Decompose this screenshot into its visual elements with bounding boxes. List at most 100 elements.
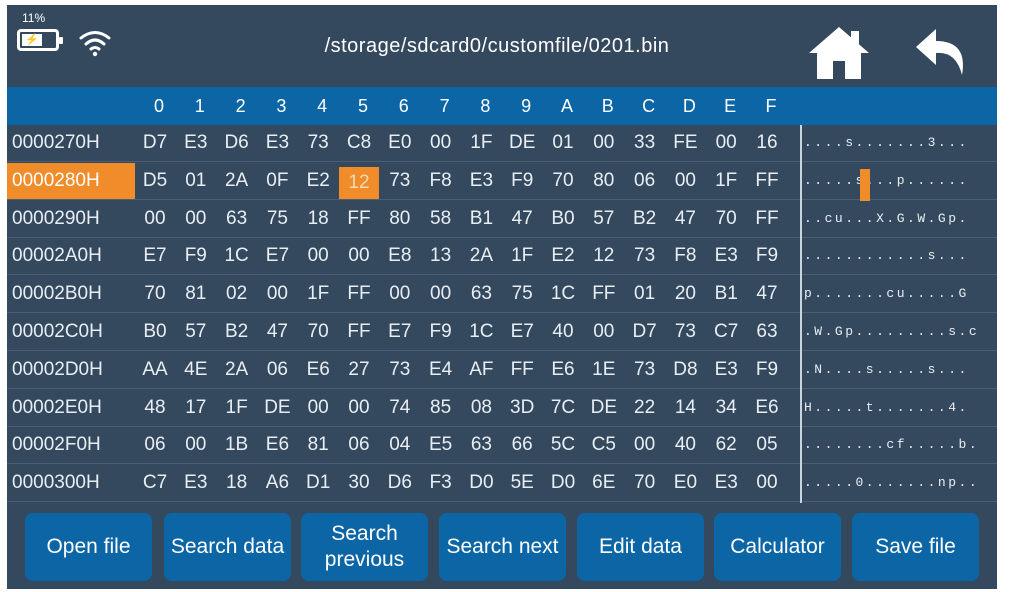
byte-cell[interactable]: E2 — [543, 238, 583, 274]
byte-cell[interactable]: D5 — [135, 163, 175, 199]
byte-cell[interactable]: 00 — [298, 238, 338, 274]
byte-cell[interactable]: 80 — [584, 163, 624, 199]
byte-cell[interactable]: D7 — [135, 125, 175, 161]
byte-cell[interactable]: 5C — [543, 427, 583, 463]
byte-cell[interactable]: 58 — [421, 201, 461, 237]
byte-cell[interactable]: C7 — [706, 314, 746, 350]
byte-cell[interactable]: 63 — [747, 314, 787, 350]
byte-cell[interactable]: C5 — [584, 427, 624, 463]
search-next-button[interactable]: Search next — [439, 513, 566, 581]
byte-cell[interactable]: 00 — [176, 201, 216, 237]
table-row[interactable]: 00002E0H 48 17 1F DE 00 00 74 85 08 3D 7C DE 22 14 34 E6… — [7, 390, 997, 427]
byte-cell[interactable]: 05 — [747, 427, 787, 463]
byte-cell[interactable]: 18 — [217, 465, 257, 501]
byte-cell[interactable]: 00 — [625, 427, 665, 463]
byte-cell[interactable]: E0 — [380, 125, 420, 161]
byte-cell[interactable]: E2 — [298, 163, 338, 199]
byte-cell[interactable]: FE — [665, 125, 705, 161]
byte-cell[interactable]: 70 — [706, 201, 746, 237]
byte-cell[interactable]: 16 — [747, 125, 787, 161]
byte-cell[interactable]: 73 — [298, 125, 338, 161]
byte-cell[interactable]: 00 — [665, 163, 705, 199]
row-address[interactable]: 00002D0H — [7, 352, 135, 388]
byte-cell[interactable]: E7 — [502, 314, 542, 350]
byte-cell[interactable]: 1F — [502, 238, 542, 274]
byte-cell[interactable]: D6 — [217, 125, 257, 161]
table-row[interactable]: 00002C0H B0 57 B2 47 70 FF E7 F9 1C E7 40 00 D7 73 C7 63… — [7, 314, 997, 351]
byte-cell[interactable]: 1C — [217, 238, 257, 274]
byte-cell[interactable]: FF — [339, 201, 379, 237]
open-file-button[interactable]: Open file — [25, 513, 152, 581]
byte-cell[interactable]: E3 — [706, 352, 746, 388]
byte-cell[interactable]: 01 — [625, 276, 665, 312]
byte-cell[interactable]: 0F — [257, 163, 297, 199]
byte-cell[interactable]: 00 — [298, 390, 338, 426]
byte-cell[interactable]: E3 — [257, 125, 297, 161]
byte-cell[interactable]: E6 — [298, 352, 338, 388]
byte-cell[interactable]: 00 — [747, 465, 787, 501]
byte-cell[interactable]: E7 — [380, 314, 420, 350]
byte-cell[interactable]: E4 — [421, 352, 461, 388]
byte-cell[interactable]: 4E — [176, 352, 216, 388]
row-address[interactable]: 00002F0H — [7, 427, 135, 463]
byte-cell[interactable]: 06 — [257, 352, 297, 388]
byte-cell[interactable]: F9 — [747, 352, 787, 388]
table-row[interactable]: 0000300H C7 E3 18 A6 D1 30 D6 F3 D0 5E D0 6E 70 E0 E3 00… — [7, 465, 997, 503]
byte-cell[interactable]: E5 — [421, 427, 461, 463]
byte-cell[interactable]: F8 — [421, 163, 461, 199]
byte-cell[interactable]: AF — [461, 352, 501, 388]
byte-cell[interactable]: 1E — [584, 352, 624, 388]
byte-cell[interactable]: D7 — [625, 314, 665, 350]
byte-cell[interactable]: FF — [339, 276, 379, 312]
byte-cell[interactable]: 80 — [380, 201, 420, 237]
byte-cell[interactable]: 33 — [625, 125, 665, 161]
byte-cell[interactable]: E7 — [257, 238, 297, 274]
table-row[interactable]: 0000270H D7 E3 D6 E3 73 C8 E0 00 1F DE 01 00 33 FE 00 16… — [7, 125, 997, 162]
byte-cell[interactable]: 06 — [339, 427, 379, 463]
byte-cell[interactable]: B2 — [217, 314, 257, 350]
byte-cell[interactable]: 1C — [461, 314, 501, 350]
byte-cell[interactable]: 00 — [421, 276, 461, 312]
byte-cell[interactable]: 70 — [625, 465, 665, 501]
byte-cell[interactable]: C8 — [339, 125, 379, 161]
edit-data-button[interactable]: Edit data — [577, 513, 704, 581]
byte-cell[interactable]: D8 — [665, 352, 705, 388]
row-address[interactable]: 0000290H — [7, 201, 135, 237]
byte-cell[interactable]: 2A — [217, 163, 257, 199]
byte-cell[interactable]: 47 — [747, 276, 787, 312]
byte-cell[interactable]: E3 — [461, 163, 501, 199]
table-row[interactable]: 00002F0H 06 00 1B E6 81 06 04 E5 63 66 5C C5 00 40 62 05… — [7, 427, 997, 465]
byte-cell[interactable]: 47 — [502, 201, 542, 237]
byte-cell[interactable]: 2A — [461, 238, 501, 274]
byte-cell[interactable]: 00 — [257, 276, 297, 312]
byte-cell[interactable]: E3 — [706, 238, 746, 274]
byte-cell[interactable]: FF — [747, 201, 787, 237]
byte-cell[interactable]: 00 — [339, 238, 379, 274]
byte-cell[interactable]: AA — [135, 352, 175, 388]
table-row[interactable]: 00002B0H 70 81 02 00 1F FF 00 00 63 75 1C FF 01 20 B1 47… — [7, 276, 997, 314]
byte-cell[interactable]: E3 — [176, 125, 216, 161]
byte-cell[interactable]: E7 — [135, 238, 175, 274]
byte-cell[interactable]: 12 — [584, 238, 624, 274]
byte-cell[interactable]: DE — [584, 390, 624, 426]
row-address[interactable]: 0000270H — [7, 125, 135, 161]
byte-cell[interactable]: F3 — [421, 465, 461, 501]
search-data-button[interactable]: Search data — [164, 513, 291, 581]
row-address[interactable]: 00002B0H — [7, 276, 135, 312]
byte-cell[interactable]: E3 — [176, 465, 216, 501]
byte-cell[interactable]: E6 — [543, 352, 583, 388]
byte-cell[interactable]: 75 — [257, 201, 297, 237]
byte-cell[interactable]: 04 — [380, 427, 420, 463]
byte-cell[interactable]: 02 — [217, 276, 257, 312]
byte-cell[interactable]: B1 — [461, 201, 501, 237]
byte-cell[interactable]: F9 — [502, 163, 542, 199]
byte-cell[interactable]: 1F — [298, 276, 338, 312]
save-file-button[interactable]: Save file — [852, 513, 979, 581]
byte-cell[interactable]: 6E — [584, 465, 624, 501]
byte-cell[interactable]: 73 — [625, 238, 665, 274]
byte-cell[interactable]: B1 — [706, 276, 746, 312]
byte-cell[interactable]: 30 — [339, 465, 379, 501]
byte-cell[interactable]: 5E — [502, 465, 542, 501]
byte-cell[interactable]: F9 — [421, 314, 461, 350]
byte-cell[interactable]: 81 — [176, 276, 216, 312]
